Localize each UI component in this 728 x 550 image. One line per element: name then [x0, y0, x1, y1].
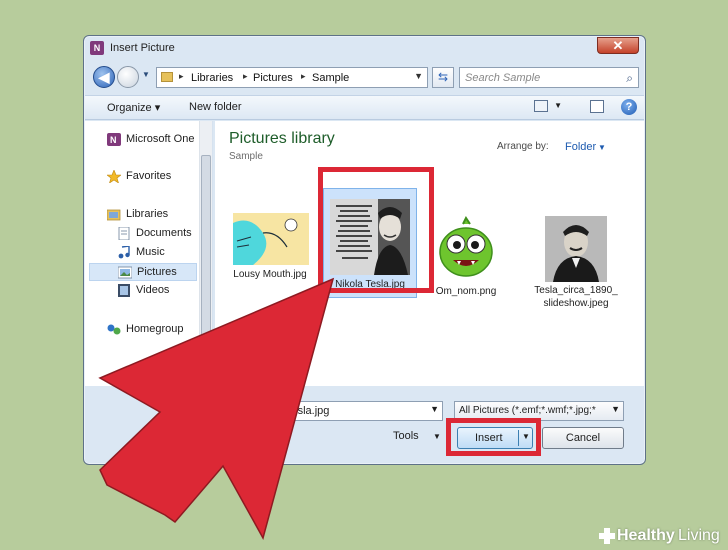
healthy-living-watermark: Healthy Living [597, 526, 725, 548]
healthy-living-logo-icon [599, 528, 615, 544]
brand-name-part-2: Living [678, 527, 720, 544]
brand-name-part-1: Healthy [617, 527, 675, 544]
red-pointer-arrow-icon [98, 277, 335, 540]
